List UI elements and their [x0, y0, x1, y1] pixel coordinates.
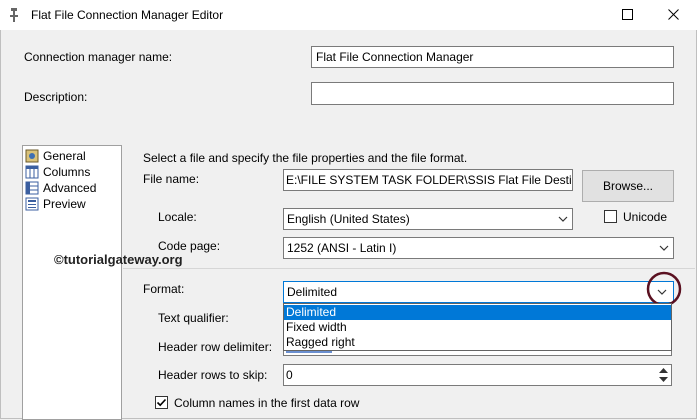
nav-panel: General Columns Advanced Preview: [22, 145, 122, 420]
general-icon: [25, 149, 39, 163]
format-dropdown-list: Delimited Fixed width Ragged right: [283, 303, 672, 351]
description-input[interactable]: [311, 82, 674, 105]
instruction-text: Select a file and specify the file prope…: [143, 151, 468, 165]
header-rows-to-skip-label: Header rows to skip:: [158, 368, 268, 382]
description-label: Description:: [24, 90, 88, 104]
close-icon: [668, 9, 679, 20]
text-qualifier-label: Text qualifier:: [158, 311, 229, 325]
nav-item-general[interactable]: General: [25, 148, 86, 164]
locale-select[interactable]: English (United States): [283, 208, 573, 230]
maximize-button[interactable]: [605, 0, 651, 30]
maximize-icon: [622, 9, 633, 20]
chevron-down-icon: [558, 216, 568, 222]
browse-button[interactable]: Browse...: [582, 170, 674, 202]
locale-value: English (United States): [287, 212, 410, 226]
file-name-label: File name:: [143, 172, 200, 186]
spinner-up-icon[interactable]: [659, 367, 668, 374]
window-title: Flat File Connection Manager Editor: [31, 8, 224, 22]
connection-manager-name-label: Connection manager name:: [24, 50, 173, 64]
spinner-down-icon[interactable]: [659, 376, 668, 383]
unicode-label: Unicode: [623, 210, 668, 224]
advanced-icon: [25, 181, 39, 195]
section-divider: [123, 268, 695, 269]
locale-label: Locale:: [158, 210, 197, 224]
title-bar: Flat File Connection Manager Editor: [0, 0, 697, 30]
nav-item-columns[interactable]: Columns: [25, 164, 90, 180]
nav-item-label: Preview: [43, 197, 86, 211]
column-names-label: Column names in the first data row: [174, 396, 360, 410]
format-option-fixed-width[interactable]: Fixed width: [284, 320, 671, 335]
watermark-text: ©tutorialgateway.org: [54, 252, 183, 267]
format-label: Format:: [143, 282, 185, 296]
file-name-input[interactable]: E:\FILE SYSTEM TASK FOLDER\SSIS Flat Fil…: [283, 169, 573, 191]
column-names-checkbox[interactable]: [155, 396, 168, 409]
nav-item-advanced[interactable]: Advanced: [25, 180, 96, 196]
header-row-delimiter-label: Header row delimiter:: [158, 340, 273, 354]
checkmark-icon: [156, 398, 167, 407]
columns-icon: [25, 165, 39, 179]
header-rows-to-skip-input[interactable]: 0: [283, 364, 672, 386]
nav-item-label: Columns: [43, 165, 91, 179]
preview-icon: [25, 197, 39, 211]
unicode-checkbox[interactable]: [604, 210, 617, 223]
header-rows-spinner[interactable]: [656, 365, 671, 385]
chevron-down-icon: [659, 245, 669, 251]
format-option-delimited[interactable]: Delimited: [284, 305, 671, 320]
app-icon: [10, 8, 18, 22]
annotation-circle: [646, 271, 682, 307]
format-select[interactable]: Delimited: [283, 281, 674, 303]
header-rows-to-skip-value: 0: [286, 368, 293, 382]
nav-item-label: General: [43, 149, 86, 163]
nav-item-preview[interactable]: Preview: [25, 196, 86, 212]
code-page-select[interactable]: 1252 (ANSI - Latin I): [283, 237, 674, 259]
code-page-value: 1252 (ANSI - Latin I): [287, 241, 397, 255]
close-button[interactable]: [651, 0, 697, 30]
connection-manager-name-input[interactable]: Flat File Connection Manager: [311, 46, 674, 68]
format-option-ragged-right[interactable]: Ragged right: [284, 335, 671, 350]
code-page-label: Code page:: [158, 239, 221, 253]
format-value: Delimited: [287, 285, 338, 299]
nav-item-label: Advanced: [43, 181, 97, 195]
